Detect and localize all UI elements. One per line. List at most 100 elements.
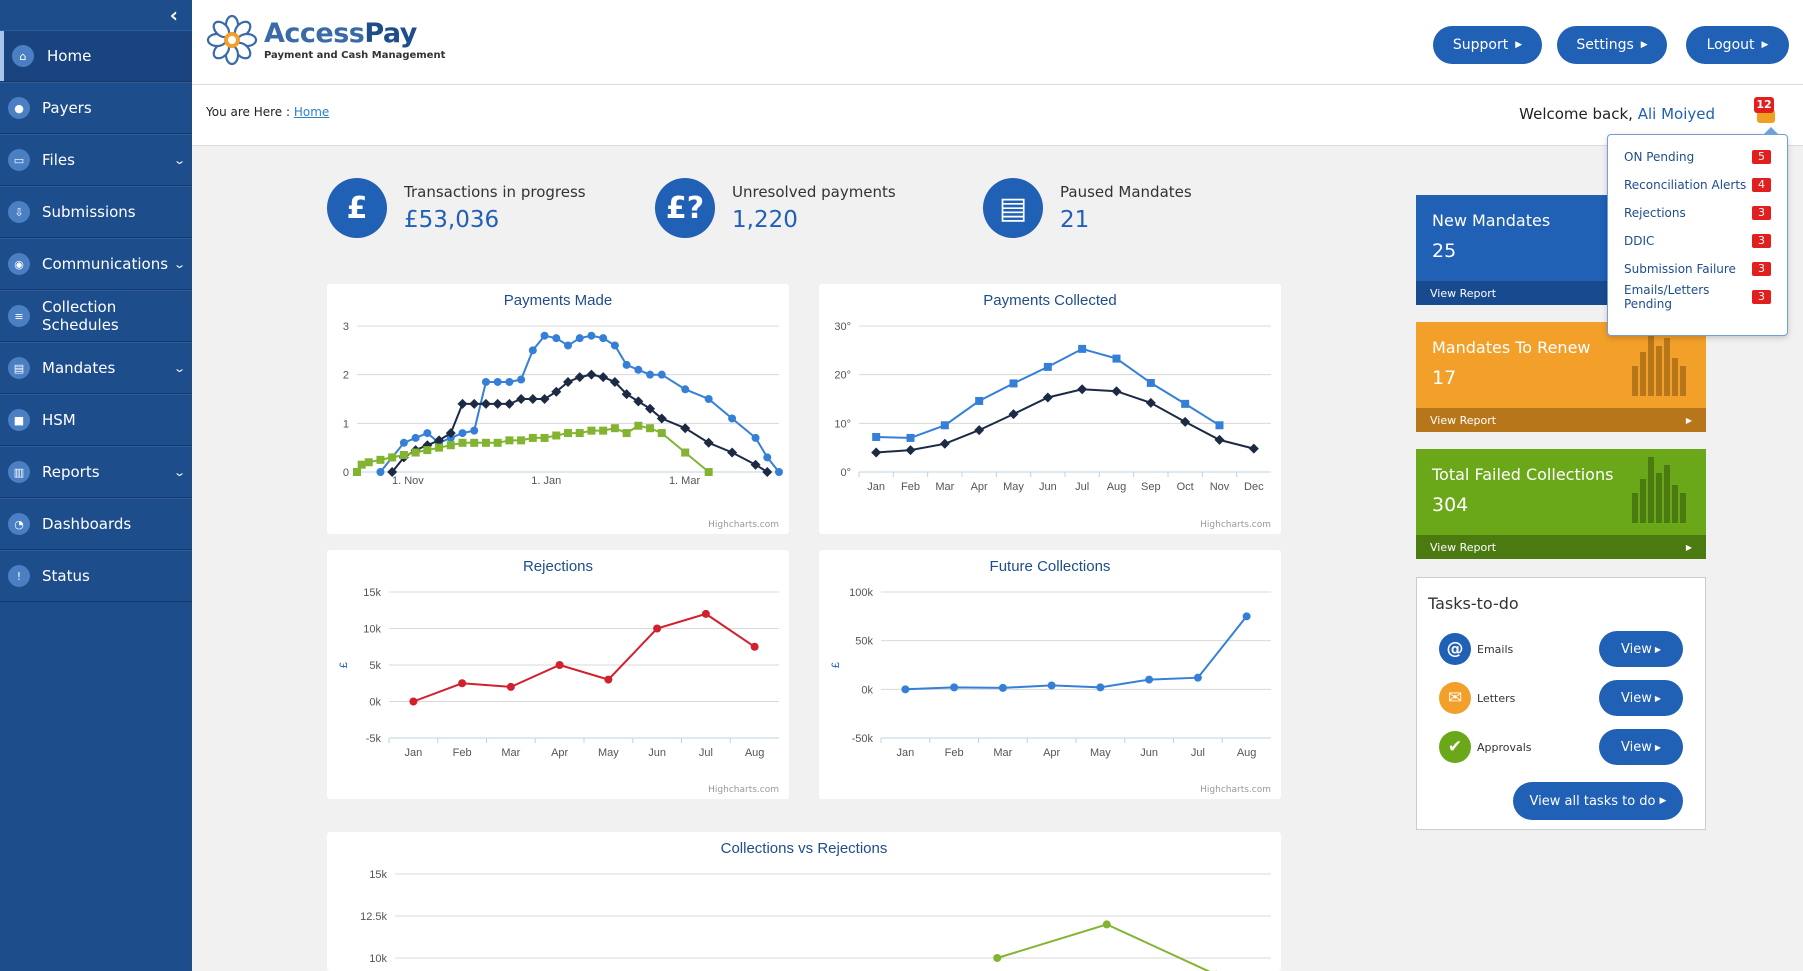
- data-point[interactable]: [680, 423, 691, 434]
- data-point[interactable]: [1008, 409, 1019, 420]
- data-point[interactable]: [364, 458, 373, 467]
- data-point[interactable]: [376, 468, 385, 476]
- data-point[interactable]: [775, 468, 783, 476]
- data-point[interactable]: [975, 396, 984, 405]
- data-point[interactable]: [458, 429, 467, 438]
- data-point[interactable]: [1047, 681, 1056, 690]
- sidebar-item-hsm[interactable]: ■ HSM: [0, 394, 192, 446]
- data-point[interactable]: [587, 426, 596, 435]
- data-point[interactable]: [939, 438, 950, 449]
- data-point[interactable]: [751, 433, 760, 442]
- data-point[interactable]: [1242, 612, 1251, 621]
- task-view-button[interactable]: View ▶: [1599, 680, 1683, 716]
- data-point[interactable]: [540, 433, 549, 442]
- accesspay-logo[interactable]: AccessPay Payment and Cash Management: [206, 14, 445, 66]
- data-point[interactable]: [1248, 443, 1259, 454]
- sidebar-item-home[interactable]: ⌂ Home: [0, 30, 192, 82]
- notifications-bell[interactable]: 12: [1754, 97, 1777, 127]
- sidebar-item-files[interactable]: ▭ Files ⌄: [0, 134, 192, 186]
- data-point[interactable]: [552, 334, 561, 343]
- data-point[interactable]: [701, 609, 710, 618]
- logout-button[interactable]: Logout ▶: [1686, 26, 1789, 64]
- notification-item[interactable]: Submission Failure 3: [1624, 259, 1771, 279]
- data-point[interactable]: [505, 436, 514, 445]
- data-point[interactable]: [540, 331, 549, 340]
- data-point[interactable]: [575, 334, 584, 343]
- data-point[interactable]: [539, 394, 550, 404]
- data-point[interactable]: [575, 429, 584, 438]
- data-point[interactable]: [481, 377, 490, 386]
- sidebar-item-dashboards[interactable]: ◔ Dashboards: [0, 498, 192, 550]
- data-point[interactable]: [1111, 386, 1122, 397]
- data-point[interactable]: [599, 426, 608, 435]
- data-point[interactable]: [940, 421, 949, 430]
- data-point[interactable]: [1145, 675, 1154, 684]
- data-point[interactable]: [586, 369, 597, 380]
- data-point[interactable]: [481, 438, 490, 447]
- data-point[interactable]: [681, 385, 690, 394]
- collapse-sidebar-icon[interactable]: ‹: [0, 0, 192, 30]
- data-point[interactable]: [634, 421, 643, 430]
- notification-item[interactable]: ON Pending 5: [1624, 147, 1771, 167]
- data-point[interactable]: [657, 370, 666, 379]
- view-report-link[interactable]: View Report ▶: [1416, 408, 1706, 432]
- data-point[interactable]: [457, 398, 468, 409]
- data-point[interactable]: [762, 467, 773, 477]
- data-point[interactable]: [1215, 421, 1224, 430]
- highcharts-credit[interactable]: Highcharts.com: [708, 520, 779, 530]
- sidebar-item-collection-schedules[interactable]: ≡ Collection Schedules: [0, 290, 192, 342]
- data-point[interactable]: [411, 448, 420, 457]
- data-point[interactable]: [564, 429, 572, 438]
- data-point[interactable]: [470, 426, 479, 435]
- data-point[interactable]: [528, 346, 537, 355]
- data-point[interactable]: [1043, 362, 1052, 371]
- data-point[interactable]: [353, 468, 361, 476]
- task-view-button[interactable]: View ▶: [1599, 631, 1683, 667]
- data-point[interactable]: [409, 697, 418, 706]
- data-point[interactable]: [622, 429, 631, 438]
- data-point[interactable]: [728, 414, 737, 423]
- data-point[interactable]: [750, 459, 761, 470]
- data-point[interactable]: [750, 642, 759, 651]
- data-point[interactable]: [906, 433, 915, 442]
- data-point[interactable]: [646, 370, 655, 379]
- data-point[interactable]: [376, 455, 385, 464]
- data-point[interactable]: [634, 365, 643, 374]
- data-point[interactable]: [399, 450, 408, 459]
- highcharts-credit[interactable]: Highcharts.com: [708, 785, 779, 795]
- data-point[interactable]: [423, 446, 432, 455]
- data-point[interactable]: [633, 396, 644, 407]
- data-point[interactable]: [458, 438, 467, 447]
- data-point[interactable]: [505, 377, 514, 386]
- sidebar-item-status[interactable]: ! Status: [0, 550, 192, 602]
- data-point[interactable]: [493, 377, 502, 386]
- notification-item[interactable]: Reconciliation Alerts 4: [1624, 175, 1771, 195]
- data-point[interactable]: [399, 438, 408, 447]
- data-point[interactable]: [704, 395, 713, 403]
- data-point[interactable]: [622, 360, 631, 369]
- sidebar-item-mandates[interactable]: ▤ Mandates ⌄: [0, 342, 192, 394]
- data-point[interactable]: [1193, 673, 1202, 682]
- data-point[interactable]: [517, 436, 526, 445]
- data-point[interactable]: [587, 331, 596, 340]
- sidebar-item-payers[interactable]: ● Payers: [0, 82, 192, 134]
- data-point[interactable]: [598, 372, 609, 383]
- task-view-button[interactable]: View ▶: [1599, 729, 1683, 765]
- data-point[interactable]: [974, 425, 985, 436]
- notification-item[interactable]: Emails/Letters Pending 3: [1624, 283, 1771, 311]
- support-button[interactable]: Support ▶: [1433, 26, 1542, 64]
- highcharts-credit[interactable]: Highcharts.com: [1200, 520, 1271, 530]
- data-point[interactable]: [901, 685, 910, 694]
- data-point[interactable]: [604, 675, 613, 684]
- data-point[interactable]: [1042, 392, 1053, 403]
- data-point[interactable]: [763, 453, 772, 462]
- view-all-tasks-button[interactable]: View all tasks to do ▶: [1513, 782, 1683, 820]
- data-point[interactable]: [703, 437, 714, 448]
- data-point[interactable]: [446, 441, 455, 450]
- sidebar-item-communications[interactable]: ◉ Communications ⌄: [0, 238, 192, 290]
- data-point[interactable]: [388, 453, 397, 462]
- data-point[interactable]: [1145, 397, 1156, 408]
- data-point[interactable]: [653, 624, 662, 633]
- data-point[interactable]: [517, 375, 526, 384]
- data-point[interactable]: [950, 683, 959, 692]
